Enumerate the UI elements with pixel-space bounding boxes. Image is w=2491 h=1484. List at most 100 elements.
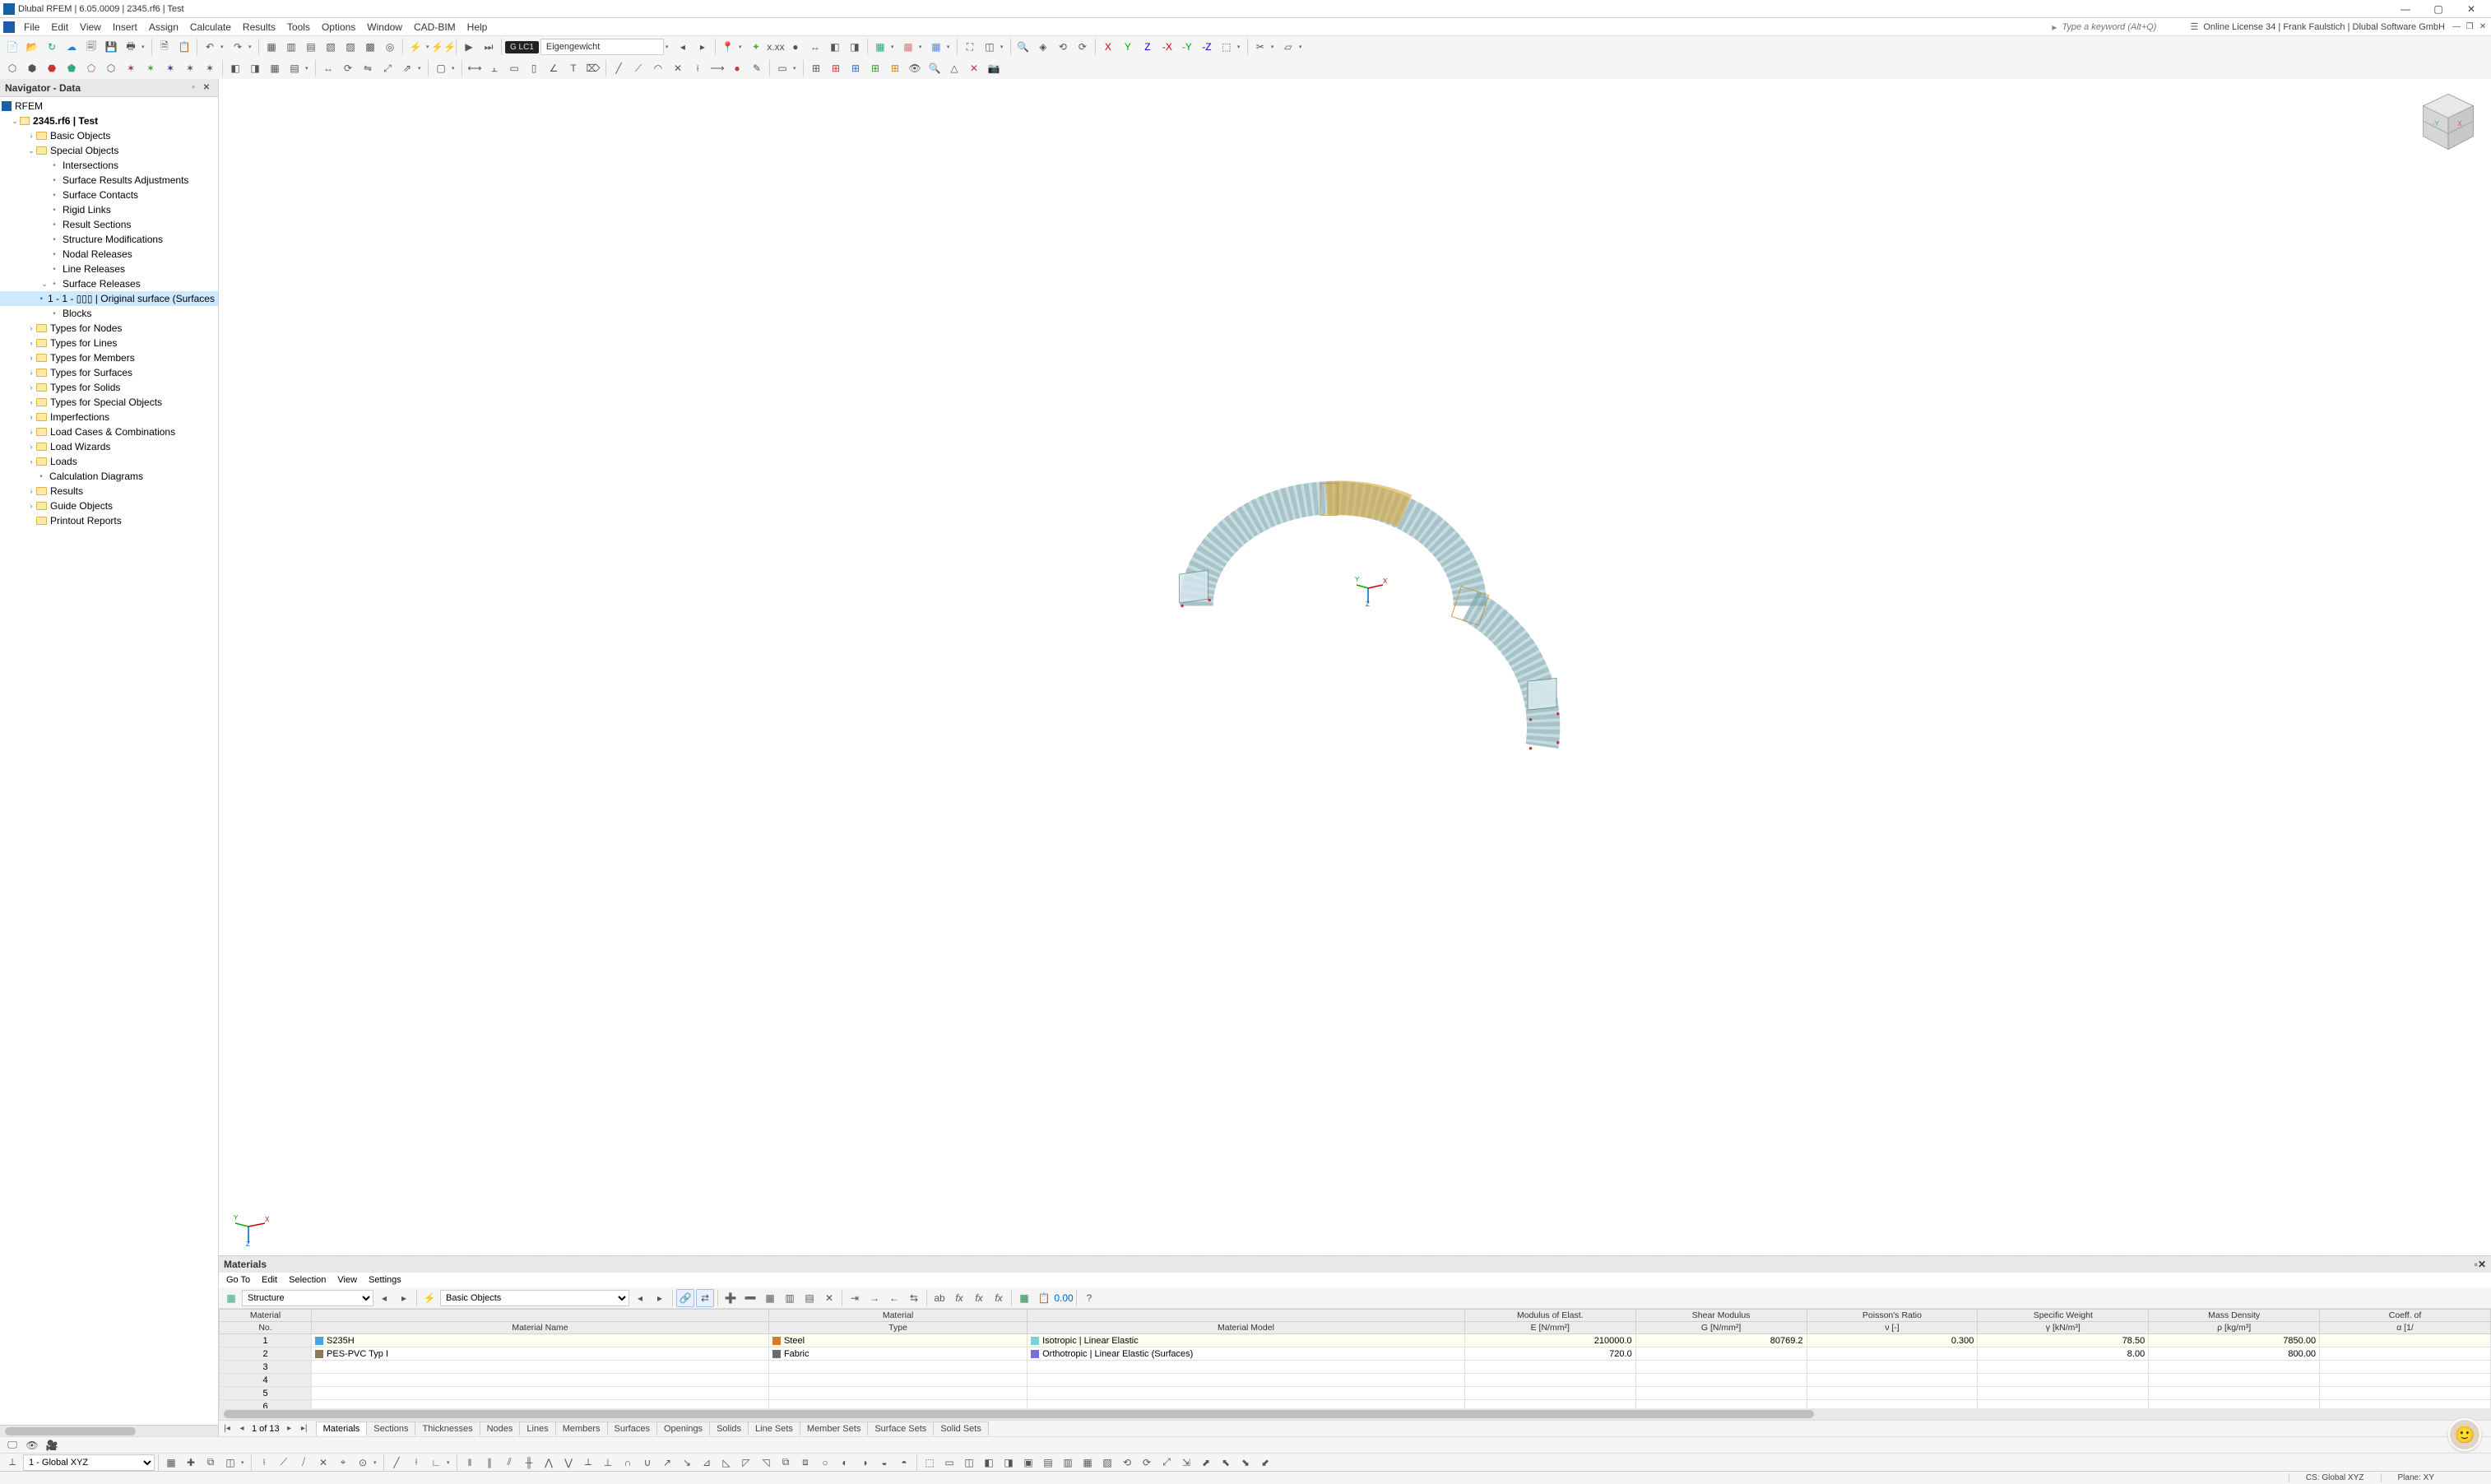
toggle-numbers-icon[interactable]: x.xx	[767, 38, 785, 56]
save-icon[interactable]: 💾	[102, 38, 120, 56]
expand-icon[interactable]: ›	[26, 398, 36, 406]
sb-r13-icon[interactable]: ⤢	[1157, 1454, 1176, 1472]
navigator-tree[interactable]: RFEM ⌄ 2345.rf6 | Test ›Basic Objects⌄Sp…	[0, 97, 218, 1425]
combo-prev-icon[interactable]: ◂	[375, 1289, 393, 1307]
sb-r7-icon[interactable]: ▤	[1039, 1454, 1057, 1472]
sb-r10-icon[interactable]: ▧	[1098, 1454, 1116, 1472]
sb-p15-icon[interactable]: ◸	[737, 1454, 755, 1472]
expand-icon[interactable]: ›	[26, 369, 36, 377]
view-all-icon[interactable]: ⛶	[961, 38, 979, 56]
table-row[interactable]: 4	[220, 1374, 2491, 1387]
sb-r18-icon[interactable]: ⬋	[1256, 1454, 1274, 1472]
minimize-button[interactable]: —	[2389, 1, 2422, 17]
row-grid1-icon[interactable]: ▦	[761, 1289, 779, 1307]
axis-neg-z-icon[interactable]: -Z	[1198, 38, 1216, 56]
new-file-icon[interactable]: 📄	[3, 38, 21, 56]
sb-p7-icon[interactable]: ⟂	[579, 1454, 597, 1472]
tabs-last-icon[interactable]: ▸|	[299, 1424, 309, 1433]
sb-n1-icon[interactable]: ╱	[387, 1454, 406, 1472]
sb-r12-icon[interactable]: ⟳	[1138, 1454, 1156, 1472]
sb-p20-icon[interactable]: ◐	[836, 1454, 854, 1472]
expand-icon[interactable]: ›	[26, 502, 36, 510]
expand-icon[interactable]: ›	[26, 428, 36, 436]
tabs-prev-icon[interactable]: ◂	[237, 1424, 247, 1433]
tab-sections[interactable]: Sections	[366, 1421, 415, 1435]
tree-item[interactable]: •Structure Modifications	[0, 232, 218, 247]
tree-item[interactable]: •Calculation Diagrams	[0, 469, 218, 484]
row-add-icon[interactable]: ➕	[721, 1289, 740, 1307]
axis-y-icon[interactable]: Y	[1119, 38, 1137, 56]
row-x-icon[interactable]: ✕	[820, 1289, 838, 1307]
tb2-arc-icon[interactable]: ◠	[649, 59, 667, 77]
tb2-tri-icon[interactable]: △	[945, 59, 963, 77]
tb2-align-icon[interactable]: ⫠	[485, 59, 503, 77]
calc-all-icon[interactable]: ⏭	[480, 38, 498, 56]
sb-n3-icon[interactable]: ∟	[427, 1454, 445, 1472]
lc-next-icon[interactable]: ▸	[693, 38, 712, 56]
tb2-dim-icon[interactable]: ⟷	[466, 59, 484, 77]
tree-item[interactable]: ›Types for Nodes	[0, 321, 218, 336]
child-restore-button[interactable]: ❐	[2463, 22, 2476, 31]
sb-r16-icon[interactable]: ⬉	[1217, 1454, 1235, 1472]
camera-icon[interactable]: 🎥	[43, 1436, 61, 1454]
app-menu-icon[interactable]	[3, 21, 15, 33]
menu-file[interactable]: File	[18, 20, 45, 35]
menu-assign[interactable]: Assign	[143, 20, 184, 35]
sb-r9-icon[interactable]: ▦	[1079, 1454, 1097, 1472]
tb2-13-icon[interactable]: ◨	[246, 59, 264, 77]
sb-p22-icon[interactable]: ◒	[875, 1454, 893, 1472]
child-minimize-button[interactable]: —	[2450, 22, 2463, 31]
tab-line-sets[interactable]: Line Sets	[748, 1421, 800, 1435]
table2-icon[interactable]: ▥	[282, 38, 300, 56]
sb-4-icon[interactable]: ◫	[221, 1454, 239, 1472]
assistant-avatar[interactable]: 🙂	[2448, 1418, 2481, 1451]
tb2-5-icon[interactable]: ⬠	[82, 59, 100, 77]
sb-r6-icon[interactable]: ▣	[1019, 1454, 1037, 1472]
iso-icon[interactable]: ◈	[1034, 38, 1052, 56]
tb2-10-icon[interactable]: ✶	[181, 59, 199, 77]
sb-r1-icon[interactable]: ⬚	[921, 1454, 939, 1472]
materials-hscroll[interactable]	[219, 1408, 2491, 1420]
axis-x-icon[interactable]: X	[1099, 38, 1117, 56]
menu-edit[interactable]: Edit	[45, 20, 74, 35]
tb2-x-icon[interactable]: ✕	[965, 59, 983, 77]
structure-combo[interactable]: Structure	[242, 1290, 373, 1306]
zoom-icon[interactable]: 🔍	[1014, 38, 1032, 56]
tb2-extr-icon[interactable]: ⇗	[398, 59, 416, 77]
tb2-6-icon[interactable]: ⬡	[102, 59, 120, 77]
fx-icon[interactable]: fx	[950, 1289, 968, 1307]
tree-item[interactable]: ›Types for Solids	[0, 380, 218, 395]
fx3-icon[interactable]: fx	[990, 1289, 1008, 1307]
tb2-12-icon[interactable]: ◧	[226, 59, 244, 77]
tree-item[interactable]: ›Types for Members	[0, 350, 218, 365]
tree-item[interactable]: •Nodal Releases	[0, 247, 218, 262]
tab-surfaces[interactable]: Surfaces	[607, 1421, 657, 1435]
excel-icon[interactable]: ▦	[1015, 1289, 1033, 1307]
row-grid2-icon[interactable]: ▥	[781, 1289, 799, 1307]
tb2-8-icon[interactable]: ✶	[141, 59, 160, 77]
paste-icon[interactable]: 📋	[175, 38, 193, 56]
tab-lines[interactable]: Lines	[519, 1421, 555, 1435]
table3-icon[interactable]: ▤	[302, 38, 320, 56]
tree-model[interactable]: ⌄ 2345.rf6 | Test	[0, 114, 218, 128]
tree-item[interactable]: ›Basic Objects	[0, 128, 218, 143]
swap-icon[interactable]: ⇆	[905, 1289, 923, 1307]
combo2-prev-icon[interactable]: ◂	[631, 1289, 649, 1307]
tb2-11-icon[interactable]: ✶	[201, 59, 219, 77]
tb2-box-icon[interactable]: ▢	[432, 59, 450, 77]
sb-r3-icon[interactable]: ◫	[960, 1454, 978, 1472]
menu-insert[interactable]: Insert	[107, 20, 143, 35]
sb-p23-icon[interactable]: ◓	[895, 1454, 913, 1472]
units-icon[interactable]: 0.00	[1055, 1289, 1073, 1307]
sb-p12-icon[interactable]: ↘	[678, 1454, 696, 1472]
tb2-3-icon[interactable]: ⬣	[43, 59, 61, 77]
results-table-icon[interactable]: ▨	[341, 38, 360, 56]
view-part-icon[interactable]: ◫	[981, 38, 999, 56]
navigator-undock-button[interactable]: ▫	[187, 83, 200, 92]
loadcase-name[interactable]: Eigengewicht	[540, 39, 664, 55]
tree-item[interactable]: ›Types for Lines	[0, 336, 218, 350]
tb2-angle-icon[interactable]: ∠	[545, 59, 563, 77]
copy-file-icon[interactable]: 🗐	[82, 38, 100, 56]
tb2-pline-icon[interactable]: ⟋	[629, 59, 647, 77]
sb-3-icon[interactable]: ⧉	[202, 1454, 220, 1472]
